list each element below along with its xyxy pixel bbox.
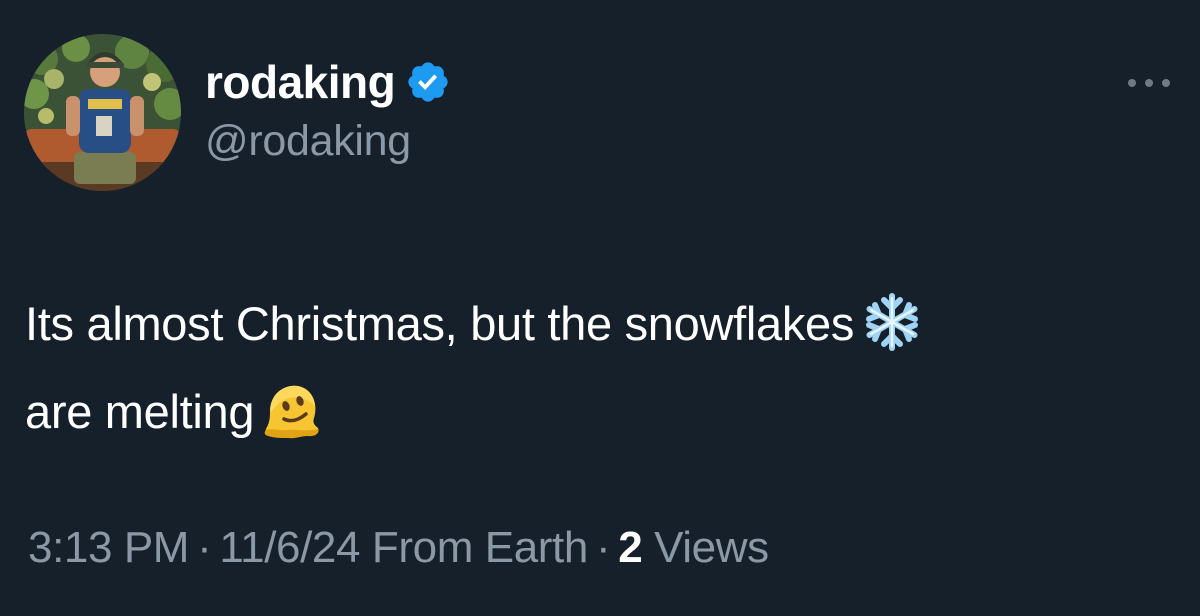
tweet-text-line-1: Its almost Christmas, but the snowflakes [25,280,1175,368]
tweet-date-location[interactable]: 11/6/24 From Earth [219,523,588,572]
display-name[interactable]: rodaking [205,59,396,105]
snowflake-icon [860,290,924,354]
meta-separator: · [595,523,611,572]
more-dot [1145,79,1153,87]
melting-face-icon [260,378,324,442]
views-label: Views [654,523,769,572]
tweet-meta: 3:13 PM · 11/6/24 From Earth · 2 Views [28,520,769,576]
tweet-time[interactable]: 3:13 PM [28,523,189,572]
views-count: 2 [618,523,643,572]
verified-badge-icon [405,59,451,105]
more-dot [1162,79,1170,87]
meta-separator: · [197,523,212,572]
user-handle[interactable]: @rodaking [205,120,411,163]
tweet-card: rodaking @rodaking Its almost Christmas,… [0,0,1200,616]
more-dot [1128,79,1136,87]
more-options-icon[interactable] [1128,73,1170,93]
tweet-text: Its almost Christmas, but the snowflakes [25,280,1175,456]
display-name-row: rodaking [205,54,451,110]
tweet-text-part-2: are melting [25,385,255,438]
avatar[interactable] [24,34,181,191]
avatar-photo [24,34,181,191]
tweet-text-part-1: Its almost Christmas, but the snowflakes [25,297,855,350]
tweet-text-line-2: are melting [25,368,1175,456]
